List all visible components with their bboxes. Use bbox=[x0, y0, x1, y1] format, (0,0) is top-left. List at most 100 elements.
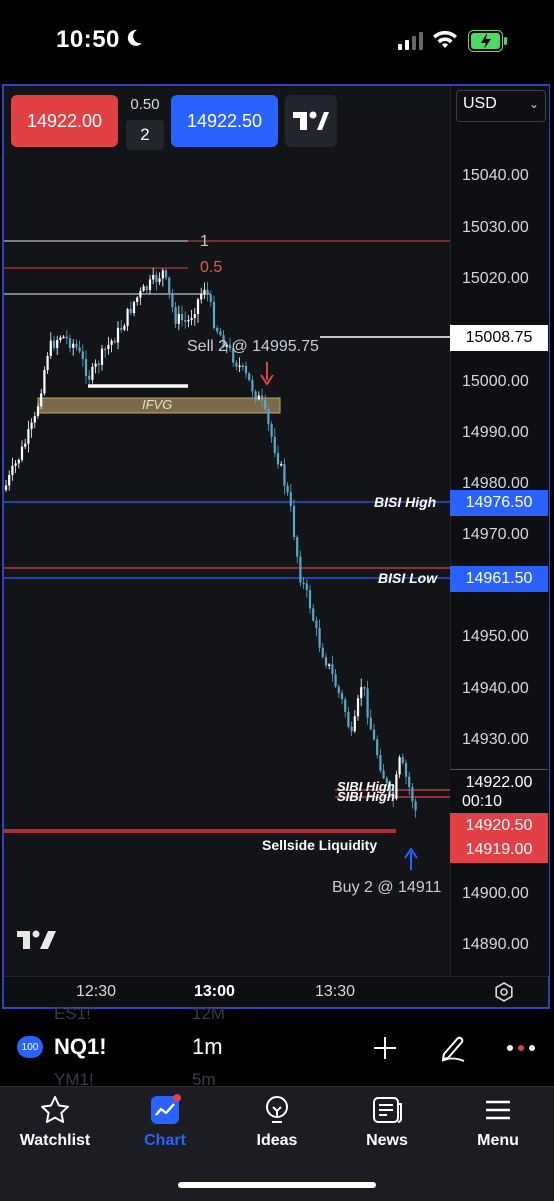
candle-body bbox=[276, 453, 280, 465]
signal-icon bbox=[398, 32, 423, 50]
price-tick: 14890.00 bbox=[462, 936, 529, 953]
bisi-low-label: BISI Low bbox=[378, 570, 438, 586]
candle-body bbox=[299, 556, 302, 583]
interval-selector[interactable]: 1m bbox=[192, 1034, 223, 1060]
quantity-field[interactable]: 2 bbox=[126, 120, 164, 150]
candle-body bbox=[20, 446, 24, 460]
candle-body bbox=[212, 301, 216, 328]
candle-body bbox=[136, 297, 139, 302]
price-tick: 15040.00 bbox=[462, 167, 529, 184]
nav-watchlist[interactable]: Watchlist bbox=[0, 1094, 110, 1150]
buy-button[interactable]: 14922.50 bbox=[171, 95, 278, 147]
chart-icon bbox=[151, 1094, 181, 1124]
draw-pen-icon[interactable] bbox=[438, 1032, 468, 1062]
nav-news[interactable]: News bbox=[332, 1094, 442, 1150]
candle-body bbox=[337, 686, 340, 693]
candle-body bbox=[14, 463, 17, 466]
chevron-down-icon: ⌄ bbox=[528, 97, 539, 111]
candle-body bbox=[273, 436, 276, 454]
candle-body bbox=[308, 590, 312, 609]
battery-charging-icon bbox=[468, 30, 507, 52]
candle-body bbox=[126, 308, 129, 326]
candle-body bbox=[296, 537, 299, 557]
candle-body bbox=[344, 699, 347, 712]
candle-body bbox=[180, 313, 184, 321]
star-icon bbox=[41, 1096, 69, 1123]
candle-body bbox=[318, 627, 321, 648]
candle-body bbox=[24, 443, 27, 447]
candle-body bbox=[267, 409, 270, 425]
candle-body bbox=[315, 620, 318, 628]
candle-body bbox=[168, 277, 171, 294]
candle-body bbox=[52, 340, 56, 348]
nav-ideas[interactable]: Ideas bbox=[222, 1094, 332, 1150]
tradingview-logo-button[interactable] bbox=[285, 95, 337, 147]
spread-value: 0.50 bbox=[130, 96, 160, 113]
chart-settings-icon[interactable] bbox=[493, 981, 515, 1003]
candle-body bbox=[372, 729, 376, 740]
moon-icon bbox=[127, 29, 142, 46]
candle-body bbox=[81, 351, 84, 359]
candle-body bbox=[219, 331, 222, 336]
tradingview-watermark-icon bbox=[17, 930, 56, 949]
status-time: 10:50 bbox=[56, 26, 120, 53]
price-tick: 14950.00 bbox=[462, 628, 529, 645]
wifi-icon bbox=[433, 30, 457, 48]
sell-order-label: Sell 2 @ 14995.75 bbox=[187, 338, 319, 355]
candle-body bbox=[84, 358, 88, 376]
candle-body bbox=[264, 399, 267, 410]
candle-body bbox=[414, 801, 417, 811]
candle-body bbox=[193, 314, 196, 319]
bisi-high-label: BISI High bbox=[374, 494, 437, 510]
add-icon[interactable] bbox=[372, 1035, 398, 1061]
candle-body bbox=[142, 286, 145, 291]
symbol-selector[interactable]: NQ1! bbox=[54, 1034, 107, 1060]
candle-body bbox=[187, 319, 190, 322]
time-axis[interactable]: 12:30 13:00 13:30 bbox=[4, 976, 548, 1007]
nav-label: News bbox=[366, 1132, 408, 1149]
candle-body bbox=[312, 608, 315, 621]
candle-body bbox=[251, 380, 254, 392]
candle-body bbox=[379, 755, 382, 771]
candle-body bbox=[411, 787, 414, 802]
nav-menu[interactable]: Menu bbox=[443, 1094, 553, 1150]
candle-body bbox=[360, 687, 363, 699]
candle-body bbox=[376, 739, 379, 756]
candle-body bbox=[408, 776, 411, 788]
sell-price-tag: 14920.50 bbox=[450, 813, 548, 839]
candle-body bbox=[340, 692, 344, 700]
candle-body bbox=[68, 338, 72, 349]
candle-body bbox=[356, 698, 360, 717]
sibi-low-label: SIBI High bbox=[337, 789, 395, 804]
candle-body bbox=[145, 286, 148, 290]
ifvg-label: IFVG bbox=[142, 397, 173, 412]
candle-body bbox=[8, 475, 11, 486]
price-tick: 15030.00 bbox=[462, 219, 529, 236]
nav-chart[interactable]: Chart bbox=[110, 1094, 220, 1150]
candle-body bbox=[203, 289, 206, 295]
currency-value: USD bbox=[463, 95, 497, 112]
chart-canvas[interactable] bbox=[4, 86, 450, 976]
currency-select[interactable]: USD ⌄ bbox=[456, 90, 546, 122]
more-icon[interactable] bbox=[506, 1043, 536, 1053]
candle-body bbox=[171, 293, 174, 308]
nav-label: Ideas bbox=[256, 1132, 298, 1149]
candle-body bbox=[280, 464, 283, 466]
candle-body bbox=[328, 664, 331, 666]
menu-icon bbox=[486, 1100, 510, 1120]
candle-body bbox=[305, 583, 308, 591]
candle-body bbox=[40, 393, 43, 407]
sell-arrow-icon bbox=[260, 362, 274, 386]
candle-body bbox=[302, 582, 305, 585]
candle-body bbox=[49, 340, 52, 356]
candle-body bbox=[72, 343, 75, 349]
sell-button[interactable]: 14922.00 bbox=[11, 95, 118, 147]
candle-body bbox=[43, 370, 46, 394]
candle-body bbox=[292, 505, 296, 538]
candle-body bbox=[161, 270, 164, 279]
candle-body bbox=[174, 307, 177, 324]
candle-body bbox=[289, 492, 292, 506]
price-tick: 14970.00 bbox=[462, 526, 529, 543]
candle-body bbox=[46, 355, 49, 371]
price-tick: 14990.00 bbox=[462, 424, 529, 441]
